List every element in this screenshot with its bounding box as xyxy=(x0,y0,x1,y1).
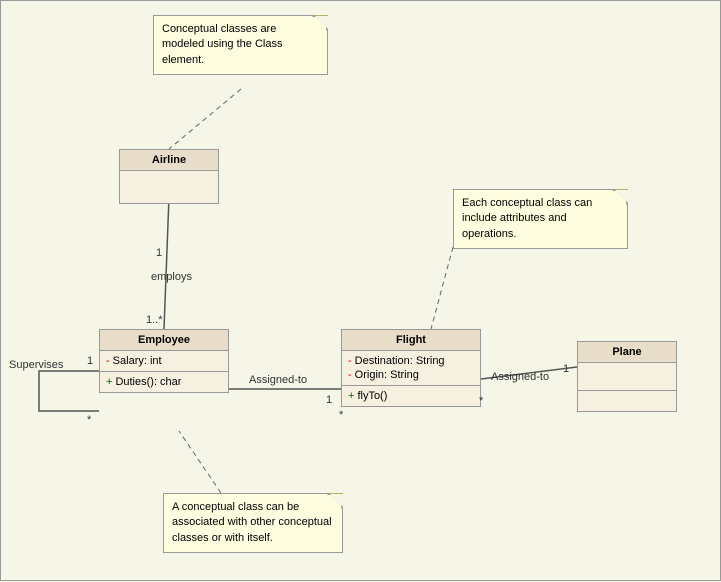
label-employee-right-mult: 1 xyxy=(326,394,332,406)
class-plane-methods xyxy=(578,391,676,411)
label-flight-right-mult: * xyxy=(479,395,483,407)
class-employee-attrs: - Salary: int xyxy=(100,351,228,372)
class-airline[interactable]: Airline xyxy=(119,149,219,204)
class-airline-attrs xyxy=(120,171,218,203)
label-employee-top-mult: 1..* xyxy=(146,314,163,326)
label-supervises-1: 1 xyxy=(87,355,93,367)
class-flight-header: Flight xyxy=(342,330,480,351)
label-airline-mult: 1 xyxy=(156,247,162,259)
class-plane[interactable]: Plane xyxy=(577,341,677,412)
label-plane-left-mult: 1 xyxy=(563,363,569,375)
label-assigned-to-2: Assigned-to xyxy=(491,371,549,383)
class-flight[interactable]: Flight - Destination: String - Origin: S… xyxy=(341,329,481,407)
connections-svg xyxy=(1,1,721,582)
class-employee[interactable]: Employee - Salary: int + Duties(): char xyxy=(99,329,229,393)
class-flight-attrs: - Destination: String - Origin: String xyxy=(342,351,480,386)
class-flight-methods: + flyTo() xyxy=(342,386,480,406)
label-employs: employs xyxy=(151,271,192,283)
diagram-container: Conceptual classes are modeled using the… xyxy=(0,0,721,581)
class-airline-header: Airline xyxy=(120,150,218,171)
class-plane-attrs xyxy=(578,363,676,391)
note-1: Conceptual classes are modeled using the… xyxy=(153,15,328,75)
class-employee-header: Employee xyxy=(100,330,228,351)
class-plane-header: Plane xyxy=(578,342,676,363)
note-3: A conceptual class can be associated wit… xyxy=(163,493,343,553)
class-employee-methods: + Duties(): char xyxy=(100,372,228,392)
label-flight-left-mult: * xyxy=(339,409,343,421)
label-supervises-star: * xyxy=(87,414,91,426)
label-supervises: Supervises xyxy=(9,359,63,371)
label-assigned-to-1: Assigned-to xyxy=(249,374,307,386)
note-2: Each conceptual class can include attrib… xyxy=(453,189,628,249)
